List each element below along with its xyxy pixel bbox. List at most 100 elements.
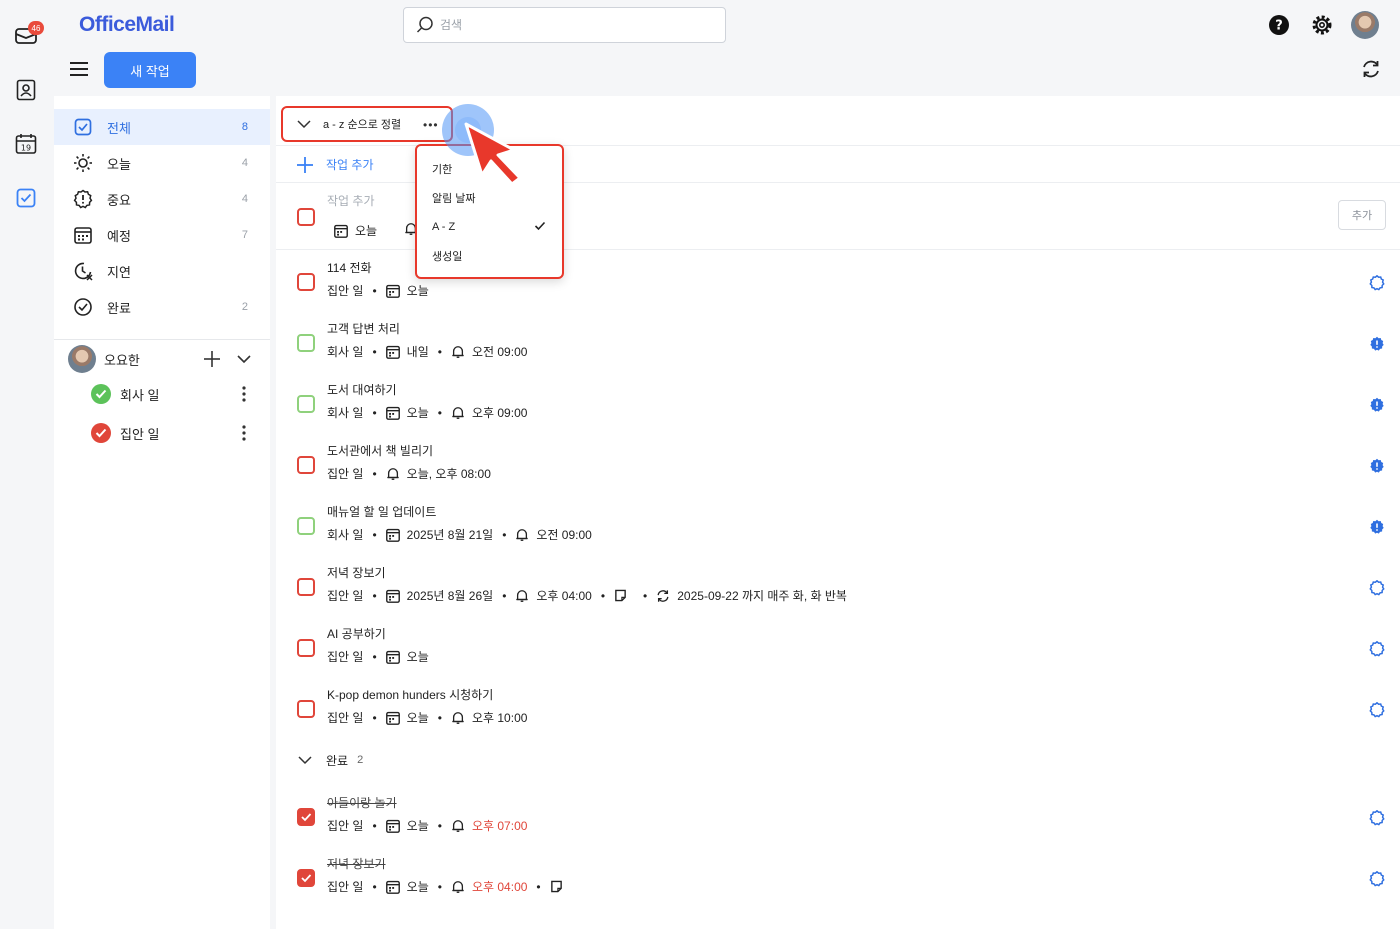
meta-separator: • <box>372 588 377 603</box>
task-meta: 집안 일 • 오늘 • 오후 10:00 <box>327 709 527 726</box>
task-row[interactable]: K-pop demon hunders 시청하기 집안 일 • 오늘 • 오후 10:00 <box>276 678 1400 739</box>
completed-task-row[interactable]: 저녁 장보기 집안 일 • 오늘 • 오후 04:00 • <box>276 847 1400 908</box>
search-icon <box>416 16 433 33</box>
important-outline-icon[interactable] <box>1369 640 1385 657</box>
sidebar-item-important[interactable]: 중요 4 <box>54 181 270 217</box>
task-checkbox[interactable] <box>297 639 315 657</box>
task-row[interactable]: 저녁 장보기 집안 일 • 2025년 8월 26일 • 오후 04:00 • • 2025-0… <box>276 556 1400 617</box>
task-title: 아들이랑 놀기 <box>327 796 397 810</box>
meta-separator: • <box>502 588 507 603</box>
task-row[interactable]: 매뉴얼 할 일 업데이트 회사 일 • 2025년 8월 21일 • 오전 09:00 <box>276 495 1400 556</box>
task-title: 저녁 장보기 <box>327 857 386 871</box>
sidebar-item-all[interactable]: 전체 8 <box>54 109 270 145</box>
search-input[interactable] <box>440 18 720 32</box>
search-box[interactable] <box>403 7 726 43</box>
task-checkbox[interactable] <box>297 395 315 413</box>
task-reminder-label: 오후 04:00 <box>536 589 592 603</box>
gear-icon[interactable] <box>1310 13 1334 37</box>
list-item-work[interactable]: 회사 일 <box>90 380 250 408</box>
refresh-icon[interactable] <box>1360 58 1384 82</box>
task-due: 오늘 <box>385 709 429 726</box>
task-checkbox[interactable] <box>297 578 315 596</box>
important-icon <box>72 188 94 210</box>
task-reminder-label: 오후 04:00 <box>471 880 528 894</box>
task-checkbox[interactable] <box>297 456 315 474</box>
task-list-name: 회사 일 <box>327 345 364 359</box>
app-logo[interactable]: OfficeMail <box>79 13 175 37</box>
bell-icon <box>452 345 464 358</box>
new-task-button[interactable]: 새 작업 <box>104 52 196 88</box>
important-outline-icon[interactable] <box>1369 274 1385 291</box>
important-filled-icon[interactable] <box>1369 519 1385 535</box>
sidebar-item-count: 8 <box>241 121 248 133</box>
task-list-name: 집안 일 <box>327 711 364 725</box>
sidebar-item-planned[interactable]: 예정 7 <box>54 217 270 253</box>
help-icon[interactable]: ? <box>1267 13 1291 37</box>
sidebar-item-completed[interactable]: 완료 2 <box>54 289 270 325</box>
completed-section-header[interactable]: 완료 2 <box>276 746 1400 774</box>
sidebar-item-count: 4 <box>241 157 248 169</box>
task-checkbox[interactable] <box>297 700 315 718</box>
sort-control[interactable]: a - z 순으로 정렬 ••• <box>281 106 453 142</box>
sidebar-item-label: 예정 <box>107 228 131 244</box>
sort-option-az[interactable]: A - Z <box>417 212 562 241</box>
chevron-down-icon[interactable] <box>236 351 252 370</box>
task-repeat: 2025-09-22 까지 매주 화, 화 반복 <box>656 587 847 604</box>
task-row[interactable]: 고객 답변 처리 회사 일 • 내일 • 오전 09:00 <box>276 312 1400 373</box>
add-button[interactable]: 추가 <box>1338 200 1386 230</box>
more-horizontal-icon[interactable]: ••• <box>423 118 439 132</box>
task-reminder: 오후 10:00 <box>451 709 527 726</box>
task-row[interactable]: AI 공부하기 집안 일 • 오늘 <box>276 617 1400 678</box>
list-group-header[interactable]: 오요한 <box>68 345 264 373</box>
calendar-icon <box>385 406 400 420</box>
task-checkbox[interactable] <box>297 517 315 535</box>
contacts-icon[interactable] <box>14 78 38 102</box>
task-checkbox[interactable] <box>297 334 315 352</box>
sidebar-item-overdue[interactable]: 지연 <box>54 253 270 289</box>
important-outline-icon[interactable] <box>1369 701 1385 718</box>
calendar-icon <box>385 345 400 359</box>
important-filled-icon[interactable] <box>1369 397 1385 413</box>
task-meta: 회사 일 • 오늘 • 오후 09:00 <box>327 404 527 421</box>
meta-separator: • <box>437 879 442 894</box>
task-meta: 회사 일 • 2025년 8월 21일 • 오전 09:00 <box>327 526 592 543</box>
sidebar-item-count: 2 <box>241 301 248 313</box>
sort-option-label: 알림 날짜 <box>432 192 476 205</box>
task-checkbox-checked[interactable] <box>297 808 315 826</box>
sidebar-item-today[interactable]: 오늘 4 <box>54 145 270 181</box>
list-item-home[interactable]: 집안 일 <box>90 419 250 447</box>
important-outline-icon[interactable] <box>1369 870 1385 887</box>
task-checkbox[interactable] <box>297 208 315 226</box>
task-checkbox[interactable] <box>297 273 315 291</box>
user-avatar[interactable] <box>1351 11 1379 39</box>
sort-option-created[interactable]: 생성일 <box>417 241 562 270</box>
sidebar-item-count: 7 <box>241 229 248 241</box>
calendar-icon <box>385 284 400 298</box>
task-title: 저녁 장보기 <box>327 566 386 580</box>
task-due-label: 내일 <box>406 345 429 359</box>
tasks-app-icon[interactable] <box>14 186 38 210</box>
task-row[interactable]: 도서관에서 책 빌리기 집안 일 • 오늘, 오후 08:00 <box>276 434 1400 495</box>
chevron-down-icon <box>297 120 311 129</box>
sort-option-label: 생성일 <box>432 250 463 263</box>
compose-due[interactable]: 오늘 <box>334 222 377 239</box>
important-outline-icon[interactable] <box>1369 579 1385 596</box>
menu-icon[interactable] <box>68 58 90 80</box>
group-avatar <box>68 345 96 373</box>
completed-task-row[interactable]: 아들이랑 놀기 집안 일 • 오늘 • 오후 07:00 <box>276 786 1400 847</box>
task-checkbox-checked[interactable] <box>297 869 315 887</box>
sort-option-reminder[interactable]: 알림 날짜 <box>417 183 562 212</box>
calendar-app-icon[interactable]: 19 <box>14 132 38 156</box>
checkmark-icon <box>534 220 546 235</box>
add-list-icon[interactable] <box>202 349 222 372</box>
important-filled-icon[interactable] <box>1369 336 1385 352</box>
sort-option-label: A - Z <box>432 220 456 233</box>
meta-separator: • <box>437 344 442 359</box>
important-outline-icon[interactable] <box>1369 809 1385 826</box>
task-reminder: 오늘, 오후 08:00 <box>386 465 491 482</box>
important-filled-icon[interactable] <box>1369 458 1385 474</box>
task-row[interactable]: 도서 대여하기 회사 일 • 오늘 • 오후 09:00 <box>276 373 1400 434</box>
more-vertical-icon[interactable] <box>238 423 250 443</box>
sun-icon <box>72 152 94 174</box>
more-vertical-icon[interactable] <box>238 384 250 404</box>
